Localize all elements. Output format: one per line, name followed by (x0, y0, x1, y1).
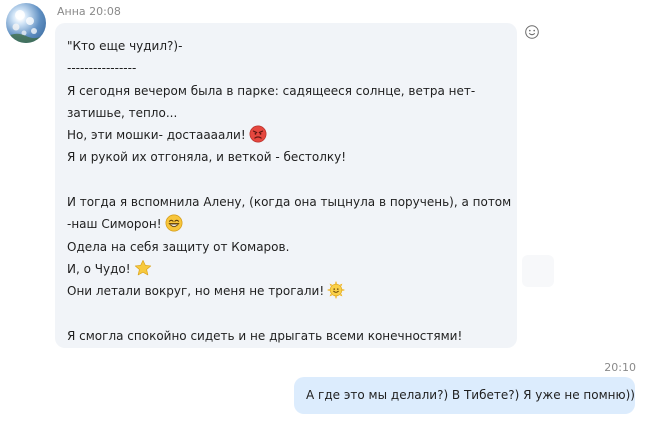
message-line: Они летали вокруг, но меня не трогали! (67, 280, 505, 302)
message-line (67, 169, 505, 191)
message-line (67, 303, 505, 325)
hover-placeholder (522, 255, 554, 287)
message-time: 20:08 (89, 5, 121, 18)
outgoing-message-bubble[interactable]: А где это мы делали?) В Тибете?) Я уже н… (294, 377, 635, 414)
add-reaction-icon (525, 25, 539, 39)
message-line: "Кто еще чудил?)- (67, 35, 505, 57)
line-text: И, о Чудо! (67, 261, 131, 276)
line-text: Но, эти мошки- достаааали! (67, 128, 246, 143)
message-line: ---------------- (67, 57, 505, 79)
line-text: -наш Симорон! (67, 217, 162, 232)
line-text: затишье, тепло... (67, 105, 178, 120)
line-text: И тогда я вспомнила Алену, (когда она ты… (67, 195, 512, 210)
chat-view: Анна 20:08 "Кто еще чудил?)- -----------… (0, 0, 645, 424)
message-line: Но, эти мошки- достаааали! (67, 124, 505, 146)
outgoing-message-time: 20:10 (604, 361, 636, 374)
angry-face-icon (249, 125, 267, 143)
line-text: Я и рукой их отгоняла, и веткой - бестол… (67, 150, 347, 165)
message-line: И, о Чудо! (67, 258, 505, 280)
sender-avatar[interactable] (6, 3, 46, 43)
line-text: Я сегодня вечером была в парке: садящеес… (67, 83, 476, 98)
line-text: ---------------- (67, 61, 137, 76)
message-line: Одела на себя защиту от Комаров. (67, 236, 505, 258)
message-line: Я и рукой их отгоняла, и веткой - бестол… (67, 146, 505, 168)
line-text: Они летали вокруг, но меня не трогали! (67, 284, 325, 299)
message-line: Я сегодня вечером была в парке: садящеес… (67, 80, 505, 102)
outgoing-message-text: А где это мы делали?) В Тибете?) Я уже н… (306, 388, 635, 402)
message-line: И тогда я вспомнила Алену, (когда она ты… (67, 191, 511, 213)
message-line: затишье, тепло... (67, 102, 505, 124)
avatar-photo-icon (6, 10, 46, 43)
add-reaction-button[interactable] (524, 24, 540, 40)
star-icon (134, 259, 151, 276)
message-line: -наш Симорон! (67, 213, 505, 235)
message-header: Анна 20:08 (57, 5, 121, 18)
laughing-face-icon (165, 214, 182, 232)
sun-smile-icon (327, 281, 346, 300)
sender-name: Анна (57, 5, 86, 18)
line-text: Одела на себя защиту от Комаров. (67, 239, 290, 254)
line-text: "Кто еще чудил?)- (67, 39, 183, 53)
message-line: Я смогла спокойно сидеть и не дрыгать вс… (67, 325, 505, 347)
line-text: Я смогла спокойно сидеть и не дрыгать вс… (67, 328, 463, 343)
incoming-message-bubble[interactable]: "Кто еще чудил?)- ---------------- Я сег… (55, 23, 517, 348)
